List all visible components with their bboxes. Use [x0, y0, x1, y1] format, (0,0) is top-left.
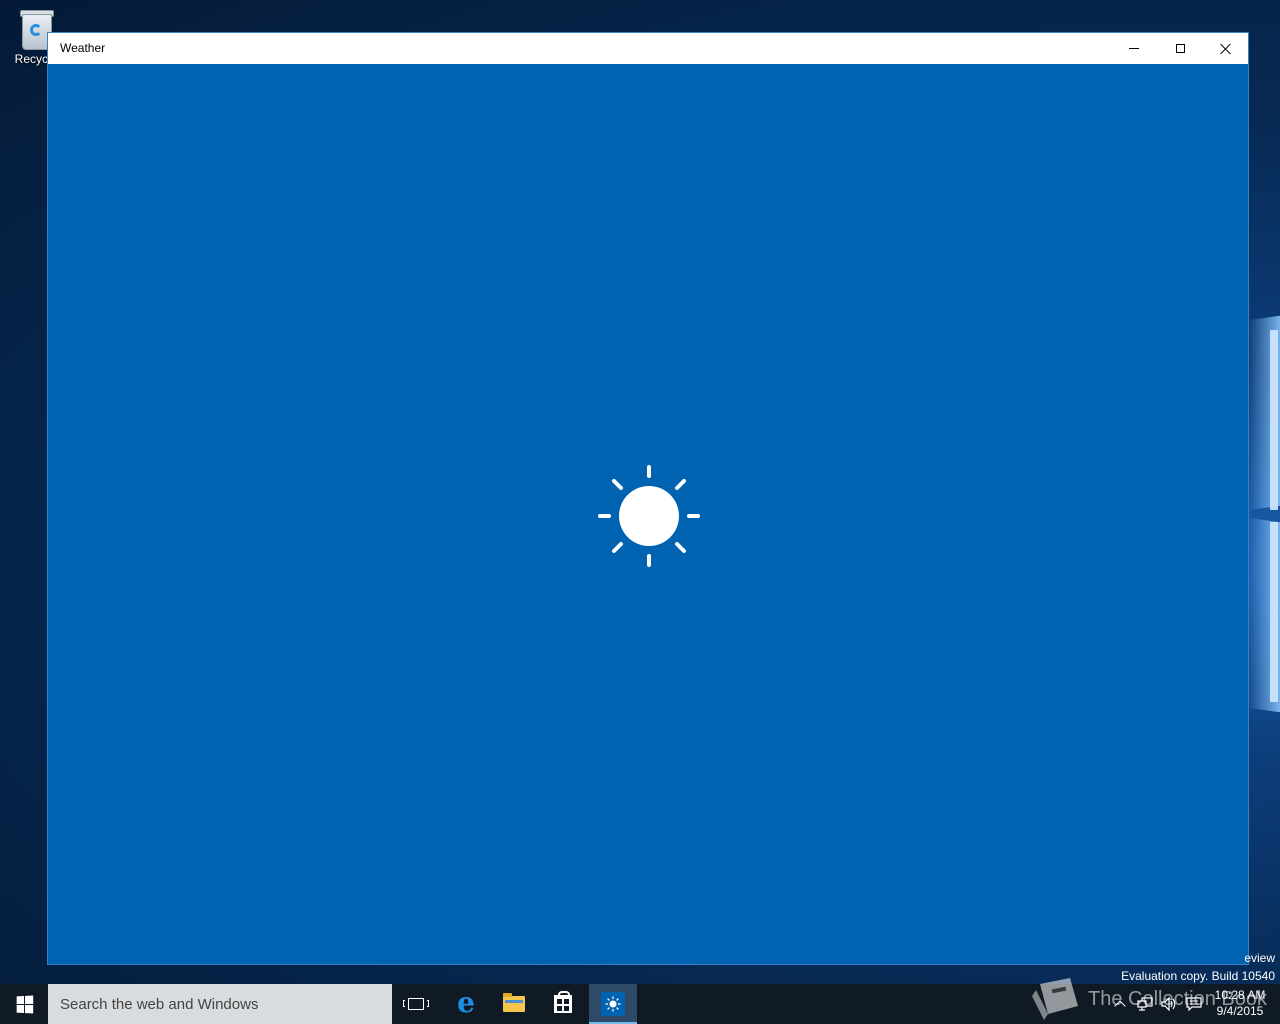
build-watermark: Evaluation copy. Build 10540	[1121, 969, 1275, 983]
window-title: Weather	[60, 41, 106, 55]
store-button[interactable]	[539, 984, 587, 1024]
action-center-button[interactable]	[1184, 984, 1204, 1024]
weather-icon	[601, 992, 625, 1016]
minimize-button[interactable]	[1111, 33, 1157, 64]
network-button[interactable]	[1136, 984, 1154, 1024]
edge-icon: e	[457, 985, 475, 1019]
edge-button[interactable]: e	[442, 984, 490, 1024]
maximize-button[interactable]	[1157, 33, 1203, 64]
show-hidden-icons-button[interactable]	[1112, 984, 1128, 1024]
clock-date: 9/4/2015	[1216, 1004, 1264, 1018]
notification-icon	[1186, 997, 1202, 1011]
store-icon	[554, 991, 572, 1013]
title-bar[interactable]: Weather	[48, 33, 1248, 64]
file-explorer-button[interactable]	[490, 984, 538, 1024]
start-button[interactable]	[0, 984, 48, 1024]
clock[interactable]: 10:28 AM 9/4/2015	[1212, 987, 1268, 1019]
speaker-icon	[1161, 997, 1176, 1011]
minimize-icon	[1129, 48, 1139, 49]
sun-icon	[598, 465, 700, 567]
chevron-up-icon	[1114, 1000, 1126, 1012]
build-watermark-partial: eview	[1244, 951, 1275, 965]
weather-taskbar-button[interactable]	[589, 984, 637, 1024]
volume-button[interactable]	[1160, 984, 1178, 1024]
task-view-button[interactable]	[392, 984, 440, 1024]
weather-window: Weather	[47, 32, 1249, 965]
wallpaper-edge-top	[1270, 330, 1278, 510]
network-icon	[1137, 997, 1153, 1011]
clock-time: 10:28 AM	[1214, 988, 1266, 1002]
close-icon	[1220, 43, 1232, 55]
taskbar: e	[0, 984, 1280, 1024]
file-explorer-icon	[503, 993, 525, 1012]
close-button[interactable]	[1203, 33, 1249, 64]
task-view-icon	[403, 998, 429, 1010]
search-input[interactable]	[48, 984, 380, 1024]
wallpaper-edge-bottom	[1270, 522, 1278, 702]
maximize-icon	[1175, 44, 1185, 53]
windows-logo-icon	[16, 995, 33, 1013]
search-box[interactable]	[48, 984, 392, 1024]
